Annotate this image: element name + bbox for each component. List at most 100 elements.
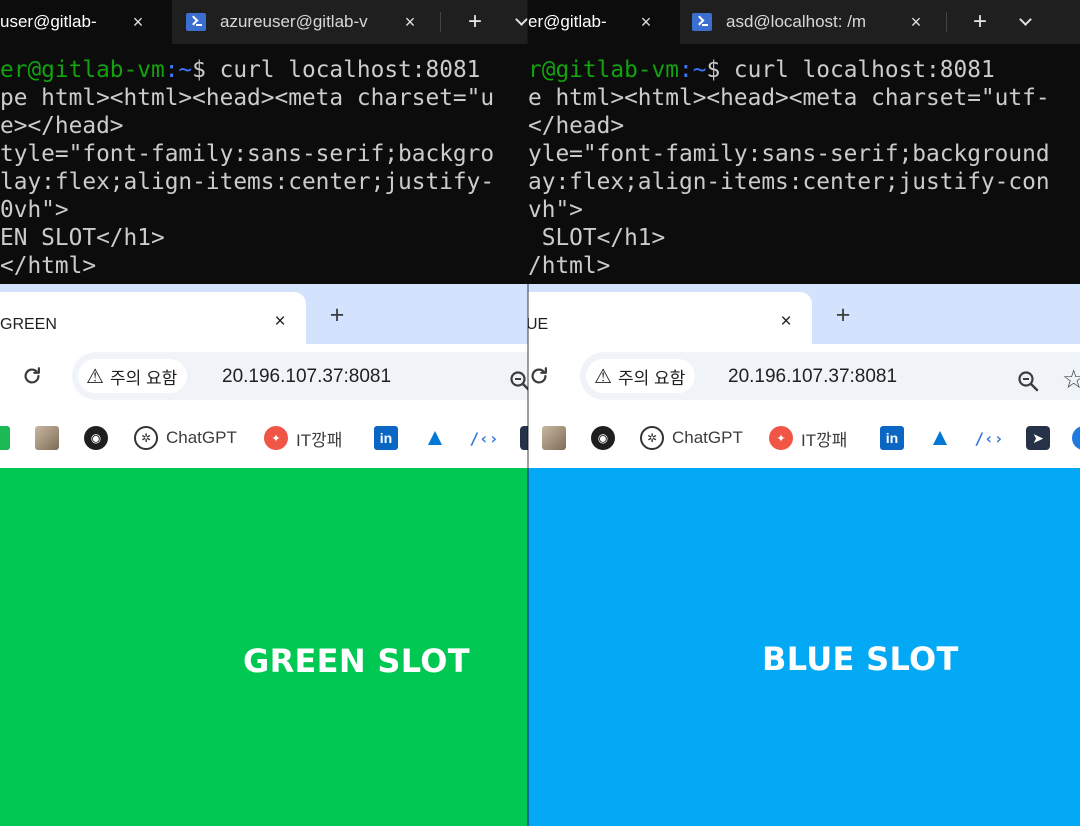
browser-tab-title: GREEN [0, 316, 57, 333]
terminal-tab-powershell[interactable]: azureuser@gitlab-v [186, 0, 396, 44]
prompt-path: :~ [678, 57, 707, 83]
bookmark-code[interactable]: /‹› [469, 424, 504, 452]
close-icon[interactable]: × [396, 0, 424, 44]
terminal-line: SLOT</h1> [528, 225, 666, 251]
chevron-down-icon[interactable] [1014, 0, 1036, 44]
terminal-line: pe html><html><head><meta charset="u [0, 85, 495, 111]
browser-toolbar: ⚠ 주의 요함 20.196.107.37:8081 ☆ [528, 344, 1080, 408]
bookmark-item[interactable] [0, 424, 18, 452]
terminal-line: ay:flex;align-items:center;justify-con [528, 169, 1050, 195]
security-chip[interactable]: ⚠ 주의 요함 [586, 359, 696, 393]
bookmark-label: IT깡패 [296, 430, 343, 450]
new-tab-button[interactable]: + [322, 300, 352, 330]
bookmark-app-icon [0, 426, 10, 450]
bookmark-app-icon [1072, 426, 1080, 450]
terminal-prompt-line: er@gitlab-vm:~$ curl localhost:8081 [0, 56, 480, 84]
bookmark-item[interactable]: ➤ [1026, 424, 1058, 452]
bookmark-azure[interactable]: ▲ [423, 424, 455, 452]
browser-tab[interactable]: GREEN × [0, 292, 306, 344]
azure-icon: ▲ [928, 424, 952, 451]
reload-icon[interactable] [21, 365, 43, 387]
terminal-tab-bar: er@gitlab- × asd@localhost: /m × + [528, 0, 1080, 44]
url-text[interactable]: 20.196.107.37:8081 [728, 366, 897, 388]
new-tab-icon[interactable]: + [461, 0, 489, 44]
tab-separator [946, 12, 947, 32]
address-bar[interactable]: ⚠ 주의 요함 20.196.107.37:8081 [72, 352, 528, 400]
bookmark-itggangpae[interactable]: ✦ IT깡패 [264, 424, 342, 452]
bookmarks-bar: ◉ ✲ ChatGPT ✦ IT깡패 in ▲ /‹› [0, 408, 528, 468]
bookmark-itggangpae[interactable]: ✦ IT깡패 [769, 424, 847, 452]
browser-window: GREEN × + ⚠ 주의 요함 20.196.107.37:8081 ◉ ✲… [0, 284, 528, 826]
browser-tab-strip: UE × + [528, 284, 1080, 344]
bookmark-item[interactable] [542, 424, 574, 452]
chevron-down-icon[interactable] [510, 0, 528, 44]
terminal-line: 0vh"> [0, 197, 69, 223]
browser-tab-title: UE [528, 316, 549, 333]
close-icon[interactable]: × [773, 309, 799, 335]
bookmark-linkedin[interactable]: in [880, 424, 912, 452]
linkedin-icon: in [374, 426, 398, 450]
security-chip-label: 주의 요함 [109, 368, 178, 388]
terminal-output[interactable]: r@gitlab-vm:~$ curl localhost:8081 e htm… [528, 44, 1080, 284]
bookmark-label: ChatGPT [672, 428, 743, 447]
close-icon[interactable]: × [902, 0, 930, 44]
security-chip[interactable]: ⚠ 주의 요함 [78, 359, 188, 393]
page-content: GREEN SLOT [0, 468, 528, 826]
prompt-symbol: $ [192, 57, 206, 83]
bookmark-github[interactable]: ◉ [84, 424, 116, 452]
bookmark-linkedin[interactable]: in [374, 424, 406, 452]
terminal-line: lay:flex;align-items:center;justify- [0, 169, 495, 195]
browser-tab-strip: GREEN × + [0, 284, 528, 344]
close-icon[interactable]: × [632, 0, 660, 44]
bookmark-chatgpt[interactable]: ✲ ChatGPT [134, 424, 237, 452]
terminal-line: e html><html><head><meta charset="utf- [528, 85, 1050, 111]
new-tab-button[interactable]: + [828, 300, 858, 330]
bookmark-chatgpt[interactable]: ✲ ChatGPT [640, 424, 743, 452]
terminal-tab-label: user@gitlab- [0, 12, 97, 31]
page-content: BLUE SLOT [528, 468, 1080, 826]
bookmark-label: IT깡패 [801, 430, 848, 450]
security-chip-label: 주의 요함 [617, 368, 686, 388]
bookmark-azure[interactable]: ▲ [928, 424, 960, 452]
terminal-tab-label: azureuser@gitlab-v [220, 12, 368, 31]
bookmarks-bar: ◉ ✲ ChatGPT ✦ IT깡패 in ▲ /‹› ➤ [528, 408, 1080, 468]
powershell-icon [186, 13, 206, 31]
warning-icon: ⚠ [594, 365, 612, 388]
tab-separator [440, 12, 441, 32]
address-bar[interactable]: ⚠ 주의 요함 20.196.107.37:8081 ☆ [580, 352, 1080, 400]
bookmark-item[interactable] [35, 424, 67, 452]
new-tab-icon[interactable]: + [966, 0, 994, 44]
bookmark-code[interactable]: /‹› [974, 424, 1009, 452]
terminal-line: EN SLOT</h1> [0, 225, 165, 251]
terminal-line: </head> [528, 113, 625, 139]
close-icon[interactable]: × [124, 0, 152, 44]
github-icon: ◉ [591, 426, 615, 450]
terminal-command: curl localhost:8081 [205, 57, 481, 83]
chatgpt-icon: ✲ [640, 426, 664, 450]
terminal-tab-powershell[interactable]: asd@localhost: /m [692, 0, 892, 44]
prompt-user: r@gitlab-vm [528, 57, 679, 83]
zoom-icon[interactable] [508, 369, 528, 393]
azure-icon: ▲ [423, 424, 447, 451]
terminal-tab-label: asd@localhost: /m [726, 12, 867, 31]
terminal-command: curl localhost:8081 [720, 57, 995, 83]
code-icon: /‹› [469, 428, 499, 448]
terminal-line: yle="font-family:sans-serif;background [528, 141, 1050, 167]
terminal-output[interactable]: er@gitlab-vm:~$ curl localhost:8081 pe h… [0, 44, 528, 284]
browser-tab[interactable]: UE × [528, 292, 812, 344]
close-icon[interactable]: × [267, 309, 293, 335]
bookmark-star-icon[interactable]: ☆ [1062, 364, 1080, 395]
terminal-tab-label: er@gitlab- [528, 12, 607, 31]
powershell-icon [692, 13, 712, 31]
code-icon: /‹› [974, 428, 1004, 448]
reload-icon[interactable] [528, 365, 550, 387]
url-text[interactable]: 20.196.107.37:8081 [222, 366, 391, 388]
terminal-line: /html> [528, 253, 611, 279]
github-icon: ◉ [84, 426, 108, 450]
browser-window: UE × + ⚠ 주의 요함 20.196.107.37:8081 ☆ ◉ ✲ … [528, 284, 1080, 826]
terminal-line: </html> [0, 253, 97, 279]
browser-toolbar: ⚠ 주의 요함 20.196.107.37:8081 [0, 344, 528, 408]
zoom-icon[interactable] [1016, 369, 1040, 393]
bookmark-item[interactable] [1072, 424, 1080, 452]
bookmark-github[interactable]: ◉ [591, 424, 623, 452]
